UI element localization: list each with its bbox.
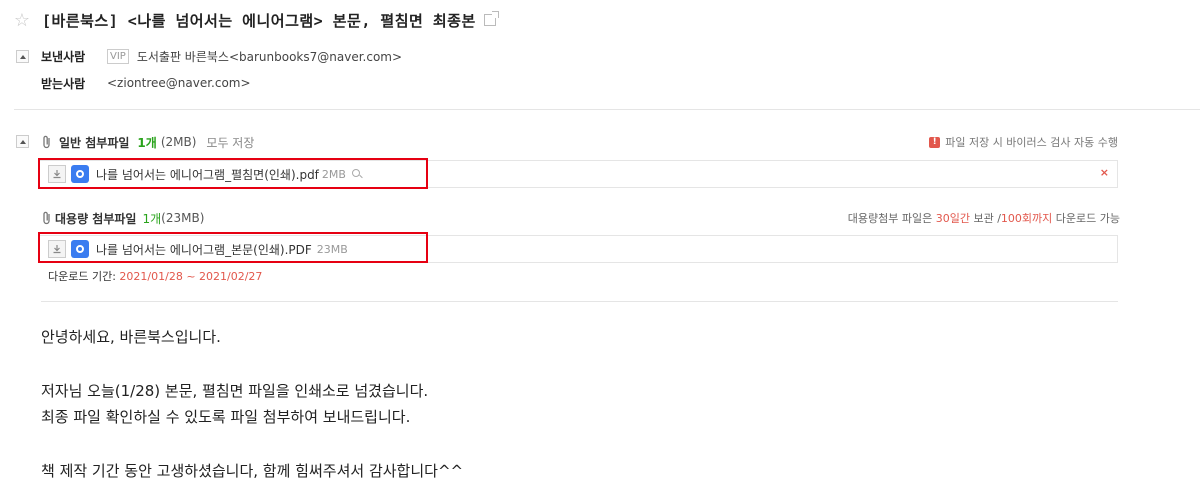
general-attachments-header: 일반 첨부파일 1개 (2MB) 모두 저장 — [41, 132, 254, 152]
sender-row: 보낸사람 VIP 도서출판 바른북스<barunbooks7@naver.com… — [41, 46, 402, 66]
attachment-file-row: 나를 넘어서는 에니어그램_펼침면(인쇄).pdf 2MB × — [39, 160, 1118, 188]
body-line: 저자님 오늘(1/28) 본문, 펼침면 파일을 인쇄소로 넘겼습니다. — [41, 382, 429, 400]
download-period-dates: 2021/01/28 ~ 2021/02/27 — [119, 270, 263, 283]
body-line: 책 제작 기간 동안 고생하셨습니다, 함께 힘써주셔서 감사합니다^^ — [41, 462, 464, 480]
sender-label: 보낸사람 — [41, 49, 86, 64]
collapse-attachments-button[interactable] — [16, 135, 29, 148]
large-attachments-header: 대용량 첨부파일 1개 (23MB) — [41, 208, 204, 228]
attachment-file: 나를 넘어서는 에니어그램_펼침면(인쇄).pdf 2MB — [48, 164, 362, 184]
note-days: 30일간 — [935, 212, 970, 225]
large-attachments-title: 대용량 첨부파일 — [55, 211, 137, 226]
vip-badge: VIP — [107, 48, 129, 64]
cloud-save-icon[interactable] — [71, 165, 89, 183]
note-times: 100회까지 — [1000, 212, 1053, 225]
mail-subject: [바른북스] <나를 넘어서는 에니어그램> 본문, 펼침면 최종본 — [42, 11, 476, 30]
body-line: 최종 파일 확인하실 수 있도록 파일 첨부하여 보내드립니다. — [41, 408, 411, 426]
receiver-address[interactable]: <ziontree@naver.com> — [107, 76, 251, 90]
sender-address[interactable]: 도서출판 바른북스<barunbooks7@naver.com> — [137, 48, 402, 65]
general-attachments-size: (2MB) — [160, 135, 197, 149]
download-icon[interactable] — [48, 240, 66, 258]
cloud-save-icon[interactable] — [71, 240, 89, 258]
virus-scan-text: 파일 저장 시 바이러스 검사 자동 수행 — [945, 136, 1118, 149]
large-attachments-size: (23MB) — [161, 211, 205, 225]
large-attachment-filesize: 23MB — [316, 242, 348, 256]
paperclip-icon — [43, 135, 50, 149]
close-icon[interactable]: × — [1100, 166, 1109, 179]
receiver-row: 받는사람 <ziontree@naver.com> — [41, 73, 251, 93]
download-period: 다운로드 기간: 2021/01/28 ~ 2021/02/27 — [48, 268, 262, 284]
virus-scan-note[interactable]: ! 파일 저장 시 바이러스 검사 자동 수행 — [929, 134, 1118, 150]
header-divider — [14, 109, 1200, 110]
note-prefix: 대용량첨부 파일은 — [847, 212, 936, 225]
large-attachment-file: 나를 넘어서는 에니어그램_본문(인쇄).PDF 23MB — [48, 239, 348, 259]
note-mid: 보관 / — [969, 212, 1001, 225]
attachment-filesize: 2MB — [321, 167, 346, 181]
paperclip-icon — [43, 211, 50, 225]
download-period-label: 다운로드 기간: — [48, 270, 120, 283]
general-attachments-title: 일반 첨부파일 — [59, 135, 130, 150]
body-line: 안녕하세요, 바른북스입니다. — [41, 328, 221, 346]
attachment-filename[interactable]: 나를 넘어서는 에니어그램_펼침면(인쇄).pdf — [96, 166, 319, 183]
attachments-divider — [41, 301, 1118, 302]
popout-icon[interactable] — [483, 11, 499, 26]
star-icon[interactable]: ☆ — [12, 10, 32, 31]
download-icon[interactable] — [48, 165, 66, 183]
large-attachments-count: 1개 — [142, 211, 162, 226]
large-attachment-file-row: 나를 넘어서는 에니어그램_본문(인쇄).PDF 23MB — [39, 235, 1118, 263]
large-attachment-filename[interactable]: 나를 넘어서는 에니어그램_본문(인쇄).PDF — [96, 241, 312, 258]
collapse-header-button[interactable] — [16, 50, 29, 63]
general-attachments-count: 1개 — [137, 135, 157, 150]
preview-search-icon[interactable] — [351, 169, 362, 179]
large-attachments-note: 대용량첨부 파일은 30일간 보관 /100회까지 다운로드 가능 — [848, 210, 1120, 226]
receiver-label: 받는사람 — [41, 76, 86, 91]
mail-subject-row: ☆ [바른북스] <나를 넘어서는 에니어그램> 본문, 펼침면 최종본 — [12, 6, 499, 34]
note-suffix: 다운로드 가능 — [1052, 212, 1120, 225]
warning-icon: ! — [929, 136, 941, 148]
save-all-link[interactable]: 모두 저장 — [206, 134, 254, 151]
